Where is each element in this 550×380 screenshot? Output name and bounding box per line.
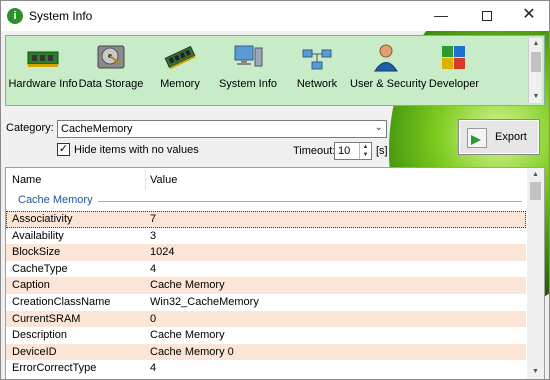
export-button[interactable]: Export [458,119,540,155]
property-name: BlockSize [12,246,61,259]
property-name: Availability [12,229,64,242]
toolbar-label: Memory [160,78,200,90]
list-header: Name Value [6,168,526,192]
property-name: ErrorCorrectType [12,362,97,375]
timeout-label: Timeout: [293,145,336,157]
hide-empty-label: Hide items with no values [74,143,199,156]
property-name: CreationClassName [12,295,111,308]
property-name: Caption [12,279,50,292]
toolbar-developer[interactable]: Developer [428,40,480,100]
toolbar-label: Hardware Info [8,78,78,90]
table-row[interactable]: Availability 3 [6,228,526,245]
property-value: 4 [150,362,157,375]
minimize-button[interactable]: — [421,1,461,29]
property-value: 0 [150,312,157,325]
table-row[interactable]: Caption Cache Memory [6,277,526,294]
table-row[interactable]: ErrorCorrectType 4 [6,360,526,377]
scroll-up-arrow-icon[interactable]: ▲ [527,168,544,182]
toolbar-label: System Info [218,78,278,90]
memory-module-icon [163,42,197,72]
property-value: 7 [150,213,157,225]
property-value: 3 [150,229,157,242]
hard-drive-icon [94,42,128,72]
column-header-value[interactable]: Value [150,174,177,186]
toolbar-hardware-info[interactable]: Hardware Info [8,40,78,100]
maximize-button[interactable] [467,1,507,29]
group-header: Cache Memory [6,192,526,210]
table-row[interactable]: Description Cache Memory [6,327,526,344]
property-value: 1024 [150,246,175,259]
scrollbar-thumb[interactable] [530,182,541,200]
close-button[interactable]: ✕ [509,1,549,29]
property-name: CacheType [12,262,68,275]
group-divider [98,201,522,202]
toolbar-memory[interactable]: Memory [152,40,208,100]
toolbar-label: Network [296,78,338,90]
timeout-value: 10 [338,145,351,157]
spinner-arrows-icon[interactable]: ▲ ▼ [359,143,371,159]
scroll-down-arrow-icon[interactable]: ▼ [527,365,544,379]
property-name: CurrentSRAM [12,312,81,325]
group-title: Cache Memory [18,194,93,206]
category-toolbar: Hardware Info Data Storage Memory System… [5,35,545,106]
timeout-unit: [s] [376,145,388,157]
property-name: Associativity [12,213,73,225]
scrollbar-thumb[interactable] [531,52,541,72]
property-name: DeviceID [12,345,57,358]
property-value: 4 [150,262,157,275]
chevron-down-icon: ⌄ [374,122,383,133]
column-divider [145,170,146,190]
category-selected-value: CacheMemory [61,123,133,135]
property-rows: Associativity 7 Availability 3 BlockSize 10… [6,211,526,377]
toolbar-label: Developer [428,78,480,90]
computer-icon [231,42,265,72]
property-value: Cache Memory 0 [150,345,234,358]
circuit-board-icon [26,42,60,72]
scroll-down-arrow-icon[interactable]: ▼ [529,91,543,103]
column-header-name[interactable]: Name [12,174,41,186]
category-label: Category: [6,122,54,134]
table-row[interactable]: CreationClassName Win32_CacheMemory [6,294,526,311]
toolbar-label: Data Storage [78,78,144,90]
network-icon [300,42,334,72]
toolbar-data-storage[interactable]: Data Storage [78,40,144,100]
window-title: System Info [29,9,93,23]
property-value: Win32_CacheMemory [150,295,259,308]
toolbar-label: User & Security [350,78,427,90]
table-row[interactable]: BlockSize 1024 [6,244,526,261]
property-value: Cache Memory [150,329,225,342]
export-arrow-icon [467,128,487,148]
timeout-spinner[interactable]: 10 ▲ ▼ [334,142,372,160]
puzzle-icon [437,42,471,72]
toolbar-system-info[interactable]: System Info [218,40,278,100]
user-icon [369,42,403,72]
scroll-up-arrow-icon[interactable]: ▲ [529,38,543,50]
property-name: Description [12,329,68,342]
export-label: Export [495,131,527,143]
hide-empty-checkbox[interactable]: ✓ [57,143,70,156]
property-list: Name Value Cache Memory Associativity 7 A… [5,167,545,379]
title-bar: i System Info — ✕ [1,1,549,31]
table-row[interactable]: CacheType 4 [6,261,526,278]
property-value: Cache Memory [150,279,225,292]
toolbar-scrollbar[interactable]: ▲ ▼ [528,38,542,103]
table-row[interactable]: DeviceID Cache Memory 0 [6,343,526,361]
category-dropdown[interactable]: CacheMemory ⌄ [57,120,387,138]
toolbar-user-security[interactable]: User & Security [350,40,427,100]
toolbar-network[interactable]: Network [290,40,344,100]
client-area: Hardware Info Data Storage Memory System… [1,31,549,379]
app-logo-icon: i [7,8,23,24]
list-scrollbar[interactable]: ▲ ▼ [527,168,544,379]
table-row[interactable]: Associativity 7 [6,211,526,228]
table-row[interactable]: CurrentSRAM 0 [6,310,526,328]
system-info-window: i System Info — ✕ Hardware Info Data Sto… [0,0,550,380]
hide-empty-option[interactable]: ✓ Hide items with no values [57,143,199,156]
